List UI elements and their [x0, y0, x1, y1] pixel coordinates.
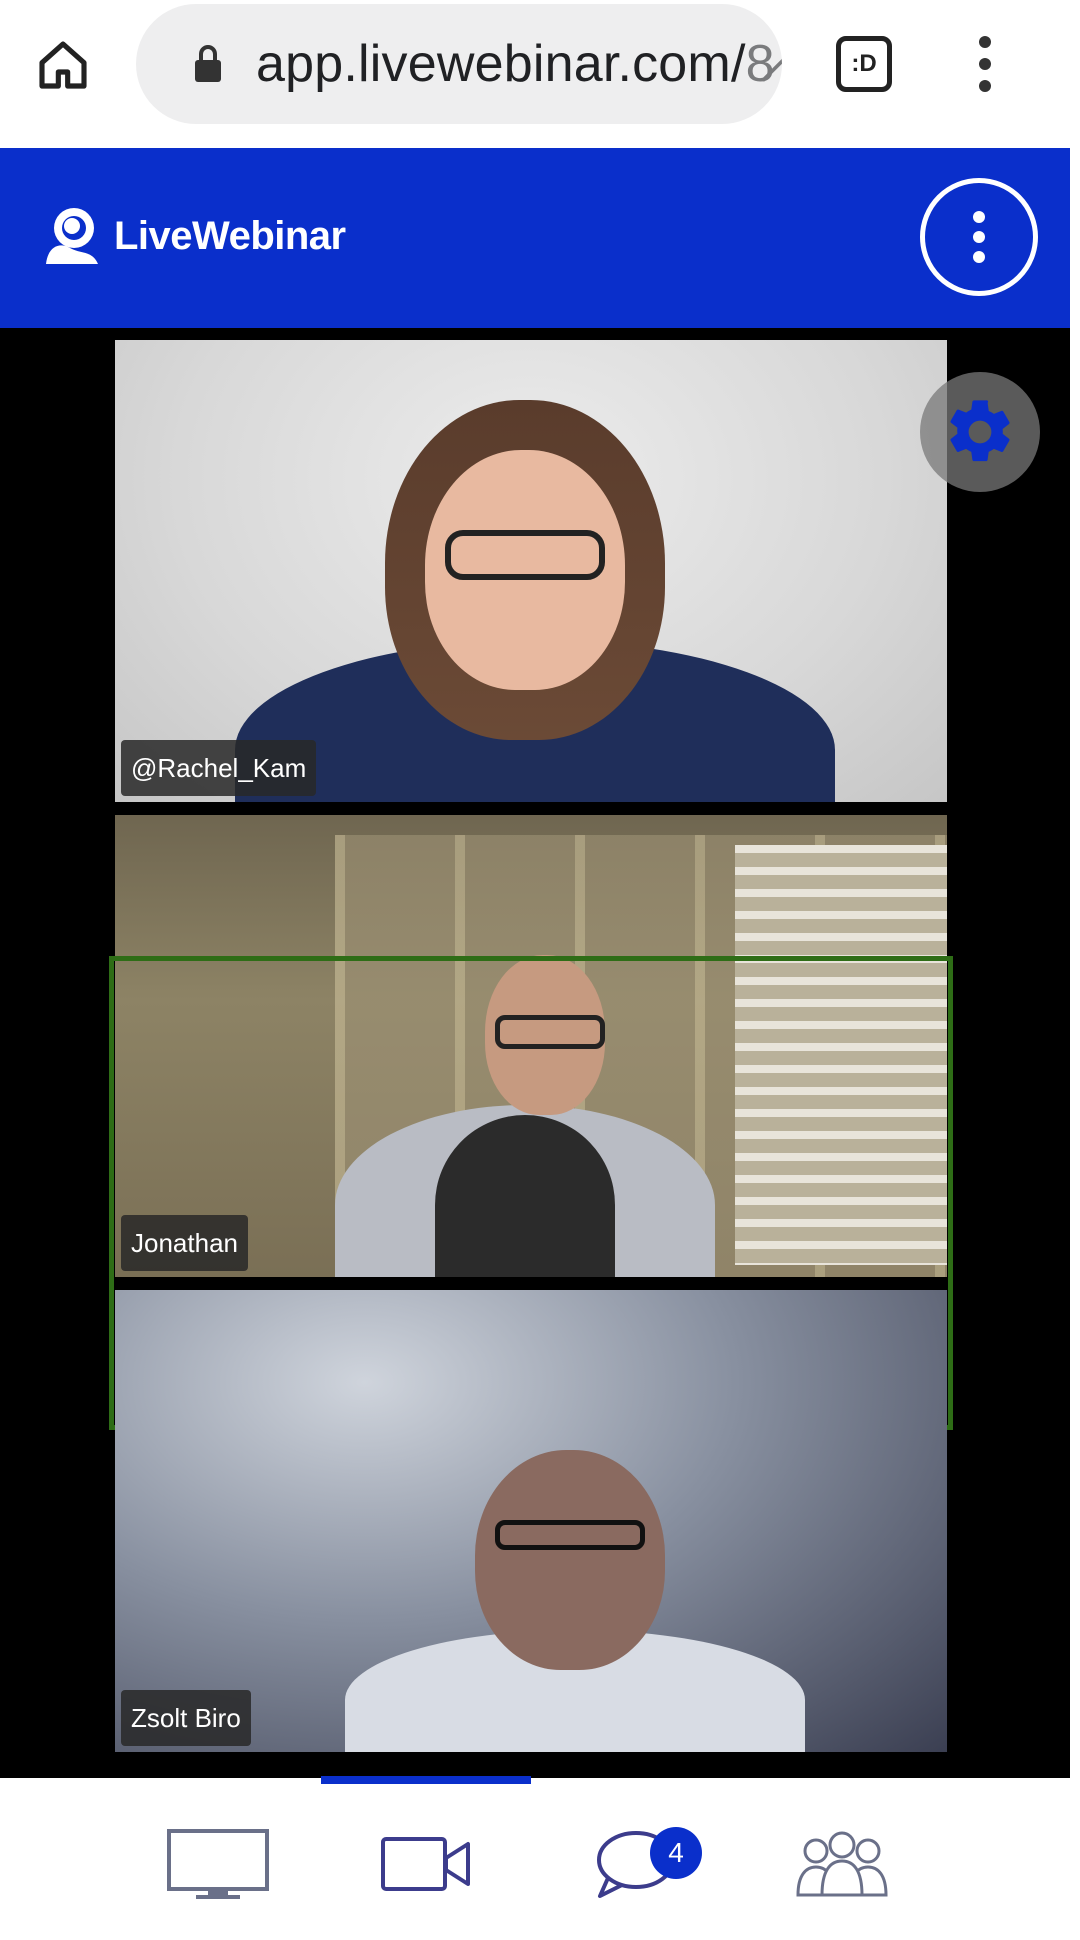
active-tab-indicator — [321, 1776, 531, 1784]
video-tile[interactable]: Zsolt Biro — [115, 1290, 947, 1752]
tab-switcher-label: :D — [851, 50, 877, 77]
gear-icon — [950, 400, 1010, 462]
brand-name: LiveWebinar — [114, 213, 346, 258]
app-menu-button[interactable] — [920, 178, 1038, 296]
browser-toolbar: app.livewebinar.com/8̷ :D — [0, 0, 1080, 148]
glasses-shape — [445, 530, 605, 580]
tab-switcher-button[interactable]: :D — [836, 36, 892, 92]
url-text: app.livewebinar.com/8̷ — [256, 35, 775, 93]
bottom-navigation — [0, 1784, 1070, 1940]
nav-screen-share[interactable] — [166, 1824, 270, 1904]
settings-button[interactable] — [920, 372, 1040, 492]
participant-name-tag: Zsolt Biro — [121, 1690, 251, 1746]
home-icon[interactable] — [28, 30, 98, 100]
app-header: LiveWebinar — [0, 148, 1070, 328]
video-camera-icon — [381, 1837, 470, 1891]
livewebinar-logo: LiveWebinar — [38, 204, 346, 268]
participant-face — [475, 1450, 665, 1670]
lock-icon — [188, 39, 228, 89]
address-bar[interactable]: app.livewebinar.com/8̷ — [136, 4, 782, 124]
participants-icon — [796, 1831, 888, 1897]
participant-name-tag: @Rachel_Kam — [121, 740, 317, 796]
glasses-shape — [495, 1520, 645, 1550]
chat-unread-badge: 4 — [650, 1827, 702, 1879]
browser-menu-icon[interactable] — [960, 36, 1010, 92]
nav-camera[interactable] — [380, 1824, 472, 1904]
screen-icon — [167, 1829, 269, 1899]
webcam-logo-icon — [46, 208, 98, 264]
nav-participants[interactable] — [794, 1824, 890, 1904]
video-tile[interactable]: @Rachel_Kam — [115, 340, 947, 802]
